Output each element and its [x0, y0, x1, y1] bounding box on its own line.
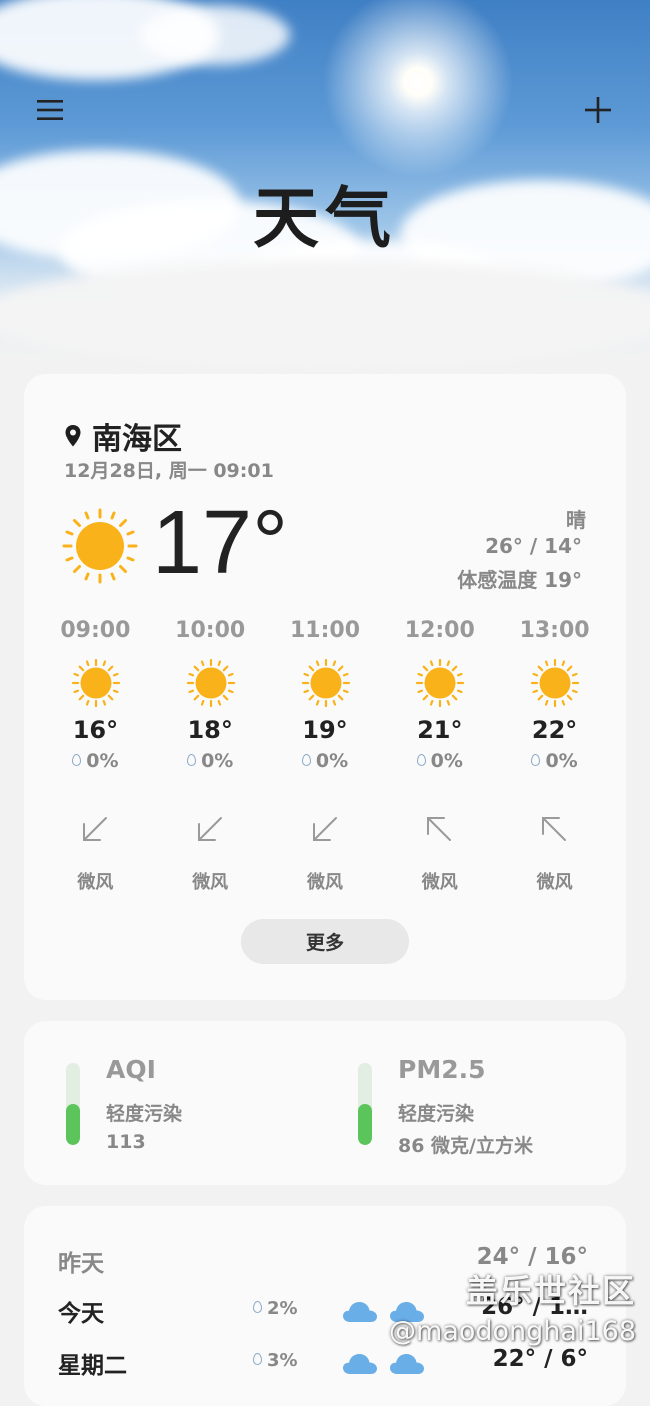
hour-precipitation: 0% [153, 750, 268, 772]
day-label: 今天 [58, 1301, 104, 1327]
hour-wind: 微风 [536, 872, 573, 893]
plus-icon [585, 97, 611, 123]
hourly-item: 11:00 19° 0% 微风 [268, 618, 383, 898]
day-weather-icons [342, 1352, 425, 1380]
hourly-item: 10:00 18° 0% 微风 [153, 618, 268, 898]
watermark-community: 盖乐世社区 [465, 1272, 636, 1310]
hour-wind: 微风 [306, 872, 343, 893]
southwest-arrow-icon [197, 817, 222, 841]
northwest-arrow-icon [542, 817, 567, 841]
hour-time: 12:00 [404, 618, 475, 643]
location-pin-icon [65, 425, 81, 447]
hour-temperature: 18° [187, 716, 233, 744]
sun-icon [416, 658, 465, 708]
cloud-icon [343, 1302, 377, 1322]
current-temperature: 17° [152, 493, 289, 593]
aqi-level-bar-fill [66, 1104, 80, 1145]
sun-icon [186, 658, 235, 708]
hour-time: 09:00 [60, 618, 131, 643]
hour-precipitation: 0% [497, 750, 612, 772]
watermark-username: @maodonghai168 [389, 1316, 636, 1347]
hourly-item: 13:00 22° 0% 微风 [497, 618, 612, 898]
hamburger-menu-icon [37, 100, 63, 120]
pm25-level: 轻度污染 [398, 1103, 475, 1125]
raindrop-icon [187, 753, 197, 766]
hourly-item: 09:00 16° 0% 微风 [38, 618, 153, 898]
day-temperature-range: 22° / 6° [492, 1346, 588, 1372]
cloud-icon [343, 1354, 377, 1374]
pm25-level-bar-fill [358, 1104, 372, 1145]
air-quality-card[interactable]: AQI 轻度污染 113 PM2.5 轻度污染 86 微克/立方米 [24, 1021, 626, 1185]
hour-precipitation: 0% [382, 750, 497, 772]
hour-temperature: 16° [72, 716, 119, 744]
raindrop-icon [416, 753, 426, 766]
southwest-arrow-icon [312, 817, 337, 841]
aqi-title: AQI [106, 1055, 156, 1084]
day-label: 昨天 [58, 1251, 104, 1277]
hour-time: 11:00 [289, 618, 360, 643]
weather-condition: 晴 [566, 508, 586, 532]
hour-temperature: 22° [531, 716, 578, 744]
hour-temperature: 21° [417, 716, 463, 744]
hour-time: 13:00 [519, 618, 590, 643]
aqi-level: 轻度污染 [106, 1103, 183, 1125]
hour-wind: 微风 [192, 872, 229, 893]
hour-wind: 微风 [77, 872, 114, 893]
hourly-forecast: 09:00 16° 0% 微风 10:00 18° 0% 微风 11:00 19… [38, 618, 612, 898]
hour-time: 10:00 [175, 618, 246, 643]
current-weather-card[interactable]: 南海区 12月28日, 周一 09:01 17° 晴 26° / 14° 体感温… [24, 374, 626, 1000]
sun-icon [301, 658, 350, 708]
day-label: 星期二 [58, 1353, 127, 1379]
current-datetime: 12月28日, 周一 09:01 [64, 460, 274, 482]
page-title: 天气 [253, 180, 397, 257]
more-button[interactable]: 更多 [241, 919, 409, 964]
cloud-icon [390, 1354, 425, 1374]
raindrop-icon [301, 753, 311, 766]
day-precipitation: 3% [253, 1350, 298, 1371]
daily-row: 星期二 3% 22° / 6° [58, 1346, 598, 1382]
hour-precipitation: 0% [268, 750, 383, 772]
location-name: 南海区 [92, 422, 182, 457]
sun-icon [62, 508, 138, 584]
aqi-value: 113 [106, 1131, 146, 1153]
add-location-button[interactable] [578, 90, 618, 130]
sun-icon [71, 658, 121, 708]
hour-temperature: 19° [302, 716, 348, 744]
raindrop-icon [72, 753, 82, 766]
pm25-value: 86 微克/立方米 [398, 1135, 533, 1157]
southwest-arrow-icon [83, 817, 107, 841]
hourly-item: 12:00 21° 0% 微风 [382, 618, 497, 898]
raindrop-icon [253, 1301, 262, 1313]
high-low-temperature: 26° / 14° [485, 534, 582, 558]
feels-like-temperature: 体感温度 19° [457, 568, 582, 592]
northwest-arrow-icon [427, 817, 452, 841]
aqi-level-bar [66, 1063, 80, 1145]
menu-button[interactable] [30, 90, 70, 130]
hour-precipitation: 0% [38, 750, 153, 772]
raindrop-icon [253, 1353, 262, 1365]
hour-wind: 微风 [421, 872, 458, 893]
pm25-title: PM2.5 [398, 1055, 486, 1084]
day-precipitation: 2% [253, 1298, 298, 1319]
raindrop-icon [531, 753, 541, 766]
location: 南海区 [64, 414, 182, 458]
pm25-level-bar [358, 1063, 372, 1145]
sun-icon [531, 658, 580, 708]
